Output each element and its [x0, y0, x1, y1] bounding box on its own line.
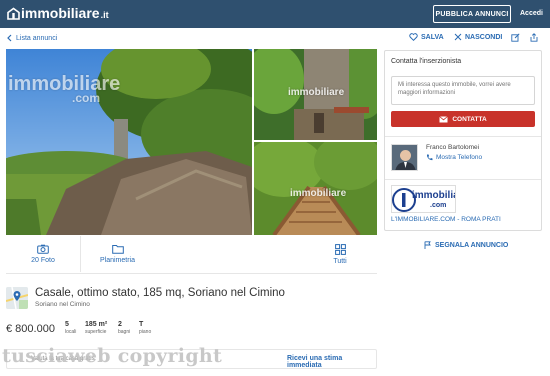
feature-rooms: 5 locali: [65, 321, 76, 336]
feature-value: 5: [65, 321, 69, 328]
listing-location: Soriano nel Cimino: [35, 301, 90, 308]
feature-label: piano: [139, 329, 152, 335]
listing-subnav: Lista annunci SALVA NASCONDI: [0, 28, 550, 48]
contact-panel: Contatta l'inserzionista CONTATTA Franco…: [384, 50, 542, 231]
feature-floor: T piano: [139, 321, 151, 336]
thumb-watermark: immobiliare: [288, 87, 345, 98]
copyright-watermark: tusciaweb copyright: [2, 345, 223, 367]
hide-label: NASCONDI: [465, 33, 503, 41]
photos-count-label: 20 Foto: [31, 257, 55, 264]
floorplan-button[interactable]: Planimetria: [80, 236, 154, 272]
close-icon: [454, 33, 462, 41]
map-pin-icon: [6, 287, 28, 309]
message-field[interactable]: [391, 76, 535, 105]
flag-icon: [424, 241, 431, 249]
panel-divider: [385, 136, 541, 137]
top-header: immobiliare .it PUBBLICA ANNUNCI Accedi: [0, 0, 550, 28]
feature-surface: 185 m² superficie: [85, 321, 107, 336]
agency-logo-sub: .com: [430, 202, 447, 209]
photos-button[interactable]: 20 Foto: [6, 236, 80, 272]
photo-watermark: immobiliare: [8, 73, 121, 95]
feature-label: bagni: [118, 329, 131, 335]
envelope-icon: [439, 115, 449, 122]
logo-text: immobiliare: [21, 5, 100, 21]
photo-gallery: immobiliare .com immobiliare immobiliare: [6, 49, 377, 235]
agency-name-link[interactable]: L'IMMOBILIARE.COM - ROMA PRATI: [391, 216, 501, 223]
edit-icon: [511, 33, 520, 42]
folder-icon: [111, 245, 124, 254]
publish-ads-button[interactable]: PUBBLICA ANNUNCI: [433, 5, 511, 23]
login-link[interactable]: Accedi: [520, 10, 543, 17]
contact-button[interactable]: CONTATTA: [391, 111, 535, 127]
grid-icon: [334, 243, 346, 255]
feature-value: T: [139, 321, 144, 328]
report-listing-label: SEGNALA ANNUNCIO: [435, 241, 509, 249]
share-button[interactable]: [530, 33, 541, 42]
edit-note-button[interactable]: [511, 33, 523, 42]
feature-label: superficie: [85, 329, 107, 335]
save-label: SALVA: [421, 33, 444, 41]
gallery-divider: [6, 273, 377, 274]
agent-name: Franco Bartolomei: [426, 144, 480, 151]
listing-price: € 800.000: [6, 323, 55, 335]
map-thumbnail[interactable]: [6, 287, 28, 309]
panel-divider: [385, 179, 541, 180]
show-phone-label: Mostra Telefono: [436, 154, 483, 161]
estimate-link[interactable]: Ricevi una stima immediata: [287, 355, 376, 369]
show-phone-link[interactable]: Mostra Telefono: [426, 154, 482, 161]
heart-icon: [409, 33, 418, 41]
hide-button[interactable]: NASCONDI: [454, 33, 502, 41]
photo-thumb-tower[interactable]: immobiliare: [254, 49, 377, 140]
view-all-label: Tutti: [333, 257, 347, 265]
back-to-list-link[interactable]: Lista annunci: [7, 34, 57, 42]
feature-value: 2: [118, 321, 122, 328]
agency-logo[interactable]: immobiliare .com: [391, 185, 456, 213]
floorplan-label: Planimetria: [99, 257, 135, 264]
report-listing-link[interactable]: SEGNALA ANNUNCIO: [424, 241, 508, 249]
phone-icon: [426, 154, 433, 161]
chevron-left-icon: [7, 34, 12, 42]
feature-bathrooms: 2 bagni: [118, 321, 130, 336]
view-all-button[interactable]: Tutti: [303, 236, 377, 272]
photo-thumb-bridge[interactable]: immobiliare: [254, 142, 377, 235]
logo-tld: .it: [100, 9, 109, 20]
feature-label: locali: [65, 329, 77, 335]
main-photo[interactable]: immobiliare .com: [6, 49, 252, 235]
house-logo-icon: [7, 7, 20, 20]
agent-avatar: [391, 144, 418, 171]
share-icon: [530, 33, 538, 42]
camera-icon: [37, 244, 49, 254]
contact-panel-title: Contatta l'inserzionista: [391, 58, 462, 65]
save-button[interactable]: SALVA: [409, 33, 444, 41]
feature-value: 185 m²: [85, 321, 108, 328]
site-logo[interactable]: immobiliare .it: [7, 5, 109, 21]
contact-button-label: CONTATTA: [452, 115, 487, 123]
photo-watermark-sub: .com: [72, 91, 101, 105]
back-link-label: Lista annunci: [16, 34, 58, 42]
thumb-watermark-2: immobiliare: [290, 188, 347, 199]
listing-title: Casale, ottimo stato, 185 mq, Soriano ne…: [35, 287, 285, 299]
agency-logo-text: immobiliare: [412, 190, 455, 201]
